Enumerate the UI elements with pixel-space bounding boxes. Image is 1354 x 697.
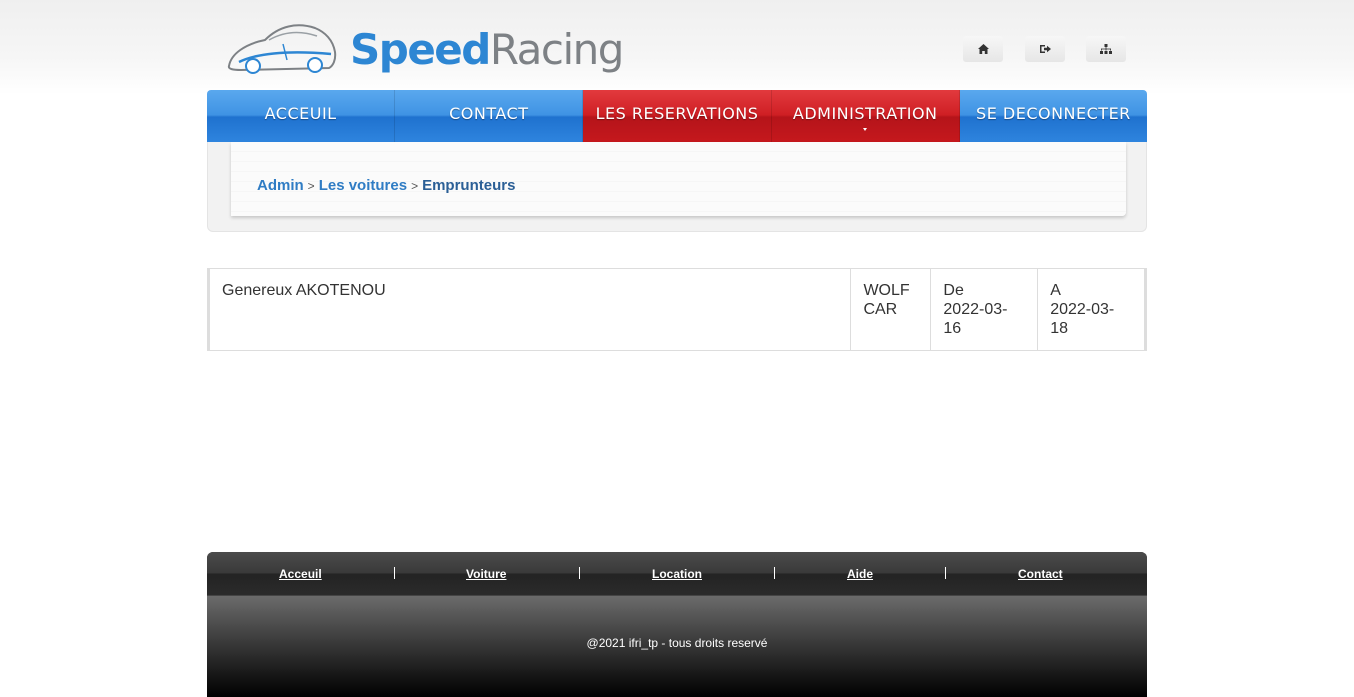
breadcrumb-emprunteurs: Emprunteurs	[422, 177, 516, 194]
to-date: 2022-03-18	[1050, 301, 1115, 337]
footer: Acceuil Voiture Location Aide Contact @2…	[207, 552, 1147, 697]
logo[interactable]: SpeedRacing	[225, 14, 624, 76]
footer-separator	[945, 567, 946, 579]
nav-item-administration[interactable]: ADMINISTRATION	[771, 90, 960, 142]
header-background	[0, 0, 1354, 95]
nav-item-label: SE DECONNECTER	[976, 103, 1131, 123]
nav-item-reservations[interactable]: LES RESERVATIONS	[583, 90, 772, 142]
breadcrumb-separator: >	[411, 179, 419, 193]
breadcrumb-separator: >	[307, 179, 315, 193]
submenu-arrow-icon	[863, 128, 868, 131]
main-nav: ACCEUIL CONTACT LES RESERVATIONS ADMINIS…	[207, 90, 1148, 142]
footer-link-acceuil[interactable]: Acceuil	[279, 567, 322, 581]
footer-separator	[774, 567, 775, 579]
footer-link-location[interactable]: Location	[652, 567, 702, 581]
table-row: Genereux AKOTENOU WOLF CAR De 2022-03-16…	[206, 268, 1147, 351]
copyright-text: @2021 ifri_tp - tous droits reservé	[586, 636, 768, 650]
footer-separator	[579, 567, 580, 579]
footer-links-bar: Acceuil Voiture Location Aide Contact	[207, 552, 1147, 595]
from-label: De	[943, 282, 964, 299]
footer-link-aide[interactable]: Aide	[847, 567, 873, 581]
nav-item-label: ADMINISTRATION	[792, 103, 938, 123]
breadcrumb-les-voitures[interactable]: Les voitures	[319, 177, 407, 194]
car-outline-icon	[227, 24, 337, 74]
logo-speed-text: Speed	[350, 25, 491, 74]
to-label: A	[1050, 282, 1061, 299]
borrower-cell: Genereux AKOTENOU	[206, 268, 852, 351]
borrower-name: Genereux AKOTENOU	[222, 282, 386, 299]
breadcrumb: Admin > Les voitures > Emprunteurs	[257, 177, 515, 194]
sign-out-icon[interactable]	[1025, 36, 1065, 62]
sitemap-icon[interactable]	[1086, 36, 1126, 62]
nav-item-se-deconnecter[interactable]: SE DECONNECTER	[959, 90, 1148, 142]
logo-racing-text: Racing	[489, 25, 625, 74]
breadcrumb-admin[interactable]: Admin	[257, 177, 304, 194]
footer-separator	[394, 567, 395, 579]
from-date-cell: De 2022-03-16	[930, 268, 1039, 351]
agency-line1: WOLF	[863, 282, 910, 299]
borrowers-table: Genereux AKOTENOU WOLF CAR De 2022-03-16…	[206, 268, 1147, 351]
footer-link-contact[interactable]: Contact	[1018, 567, 1063, 581]
from-date: 2022-03-16	[943, 301, 1008, 337]
nav-item-label: ACCEUIL	[264, 103, 337, 123]
nav-item-acceuil[interactable]: ACCEUIL	[207, 90, 396, 142]
to-date-cell: A 2022-03-18	[1037, 268, 1147, 351]
logo-wordmark: SpeedRacing	[350, 25, 625, 74]
agency-cell: WOLF CAR	[850, 268, 932, 351]
footer-link-voiture[interactable]: Voiture	[466, 567, 506, 581]
nav-item-label: CONTACT	[449, 103, 529, 123]
nav-item-label: LES RESERVATIONS	[595, 103, 759, 123]
home-icon[interactable]	[963, 36, 1003, 62]
nav-item-contact[interactable]: CONTACT	[395, 90, 584, 142]
agency-line2: CAR	[863, 301, 898, 318]
